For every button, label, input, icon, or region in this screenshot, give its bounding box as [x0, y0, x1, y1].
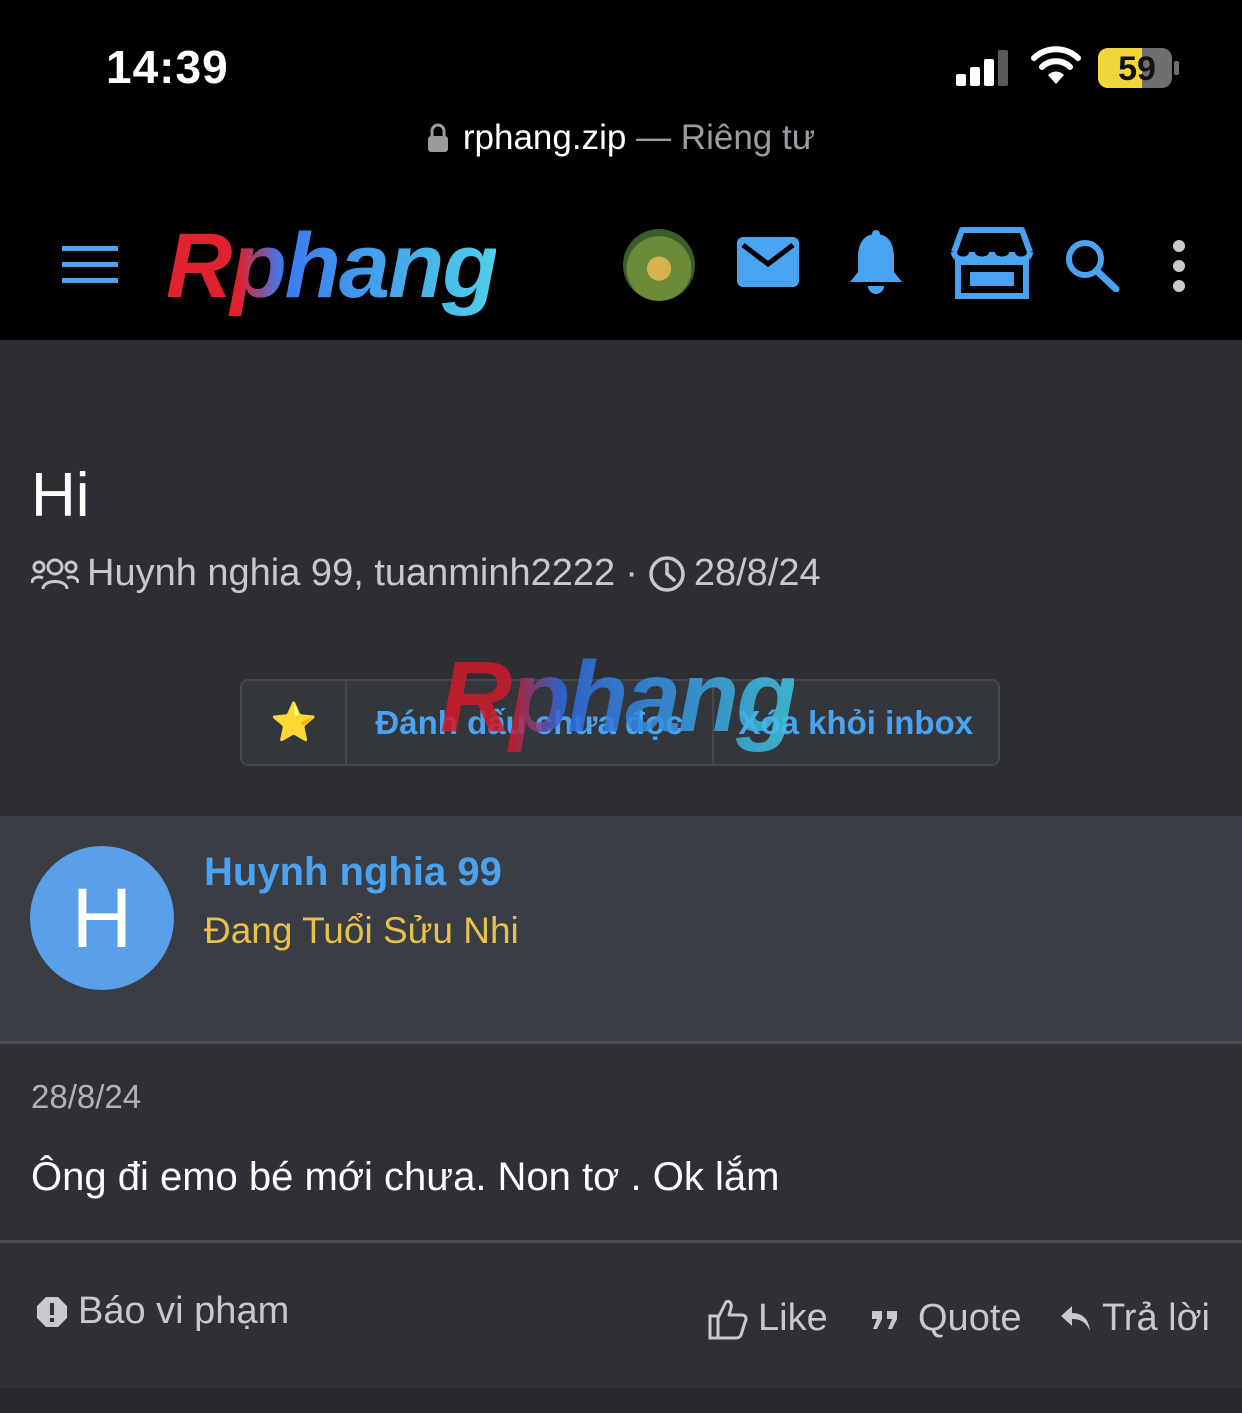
message-text: Ông đi emo bé mới chưa. Non tơ . Ok lắm	[31, 1155, 780, 1199]
thumbs-up-icon	[708, 1299, 748, 1339]
reply-label: Trả lời	[1102, 1297, 1210, 1339]
meta-separator: ·	[625, 552, 638, 594]
message-header	[0, 816, 1242, 1042]
quote-icon	[872, 1310, 897, 1329]
remove-inbox-button[interactable]: Xóa khỏi inbox	[714, 681, 998, 764]
message-avatar[interactable]: H	[30, 846, 174, 990]
message-user-title: Đang Tuổi Sửu Nhi	[204, 910, 519, 951]
lock-icon	[427, 123, 448, 152]
like-button[interactable]: Like	[708, 1297, 828, 1340]
store-icon[interactable]	[948, 226, 1036, 300]
mark-unread-button[interactable]: Đánh dấu chưa đọc	[347, 681, 714, 764]
alert-icon	[37, 1296, 67, 1327]
report-button[interactable]: Báo vi phạm	[36, 1290, 289, 1333]
user-avatar[interactable]	[623, 229, 695, 301]
status-bar	[0, 0, 1242, 200]
url-separator: —	[636, 118, 672, 157]
status-time: 14:39	[106, 41, 229, 93]
bell-icon[interactable]	[848, 230, 904, 296]
reply-button[interactable]: Trả lời	[1060, 1297, 1210, 1340]
conversation-date: 28/8/24	[693, 552, 821, 594]
reply-icon	[1061, 1305, 1090, 1331]
message-username[interactable]: Huynh nghia 99	[204, 850, 502, 895]
star-icon: ⭐	[270, 701, 318, 744]
like-label: Like	[758, 1297, 828, 1339]
message-date[interactable]: 28/8/24	[31, 1078, 141, 1116]
clock-icon	[649, 555, 685, 592]
conversation-meta: Huynh nghia 99, tuanminh2222 · 28/8/24	[31, 552, 821, 595]
page-title: Hi	[31, 461, 90, 530]
conversation-actions: ⭐ Đánh dấu chưa đọc Xóa khỏi inbox	[240, 679, 1000, 766]
more-vertical-icon[interactable]	[1170, 240, 1188, 292]
url-domain: rphang.zip	[462, 118, 627, 157]
privacy-label: Riêng tư	[680, 118, 816, 157]
report-label: Báo vi phạm	[78, 1290, 290, 1332]
users-icon	[31, 558, 79, 589]
message-body	[0, 1044, 1242, 1240]
participants: Huynh nghia 99, tuanminh2222	[87, 552, 616, 594]
menu-icon[interactable]	[62, 246, 118, 284]
mail-icon[interactable]	[737, 237, 799, 287]
quote-button[interactable]: Quote	[870, 1297, 1022, 1340]
address-bar[interactable]: rphang.zip — Riêng tư	[0, 118, 1242, 158]
battery-level: 59	[1118, 50, 1156, 88]
star-button[interactable]: ⭐	[242, 681, 348, 764]
search-icon[interactable]	[1064, 238, 1120, 292]
quote-label: Quote	[918, 1297, 1022, 1339]
site-logo[interactable]: Rphang	[166, 214, 498, 319]
page-bottom	[0, 1388, 1242, 1413]
cellular-signal-icon	[956, 50, 1008, 86]
wifi-icon	[1031, 46, 1081, 84]
